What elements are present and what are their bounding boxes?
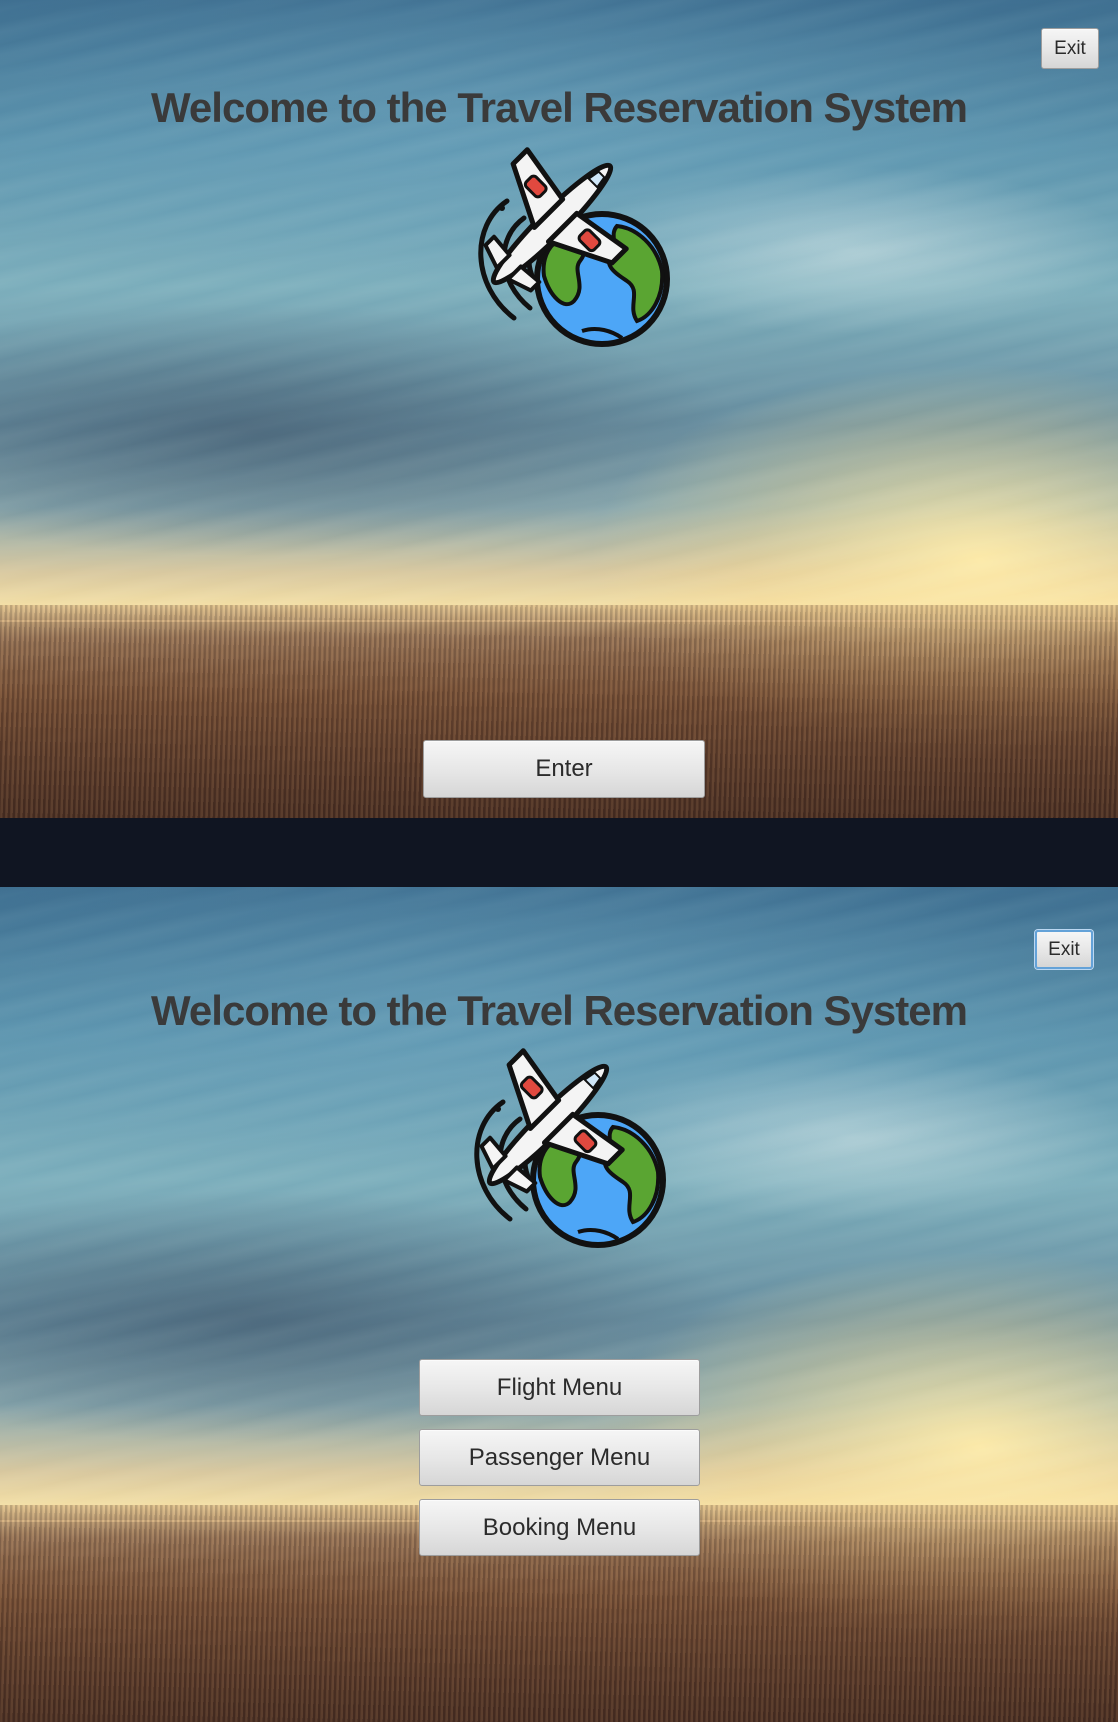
enter-button[interactable]: Enter <box>423 740 705 798</box>
main-menu-screen: Exit Welcome to the Travel Reservation S… <box>0 887 1118 1722</box>
booking-menu-button[interactable]: Booking Menu <box>419 1499 700 1556</box>
page-title: Welcome to the Travel Reservation System <box>151 84 968 131</box>
airplane-globe-icon <box>448 1047 668 1267</box>
passenger-menu-button[interactable]: Passenger Menu <box>419 1429 700 1486</box>
exit-button[interactable]: Exit <box>1035 930 1093 969</box>
airplane-globe-icon <box>452 146 672 366</box>
page-title: Welcome to the Travel Reservation System <box>151 987 968 1034</box>
flight-menu-button[interactable]: Flight Menu <box>419 1359 700 1416</box>
welcome-screen: Exit Welcome to the Travel Reservation S… <box>0 0 1118 818</box>
screen-divider <box>0 818 1118 887</box>
exit-button[interactable]: Exit <box>1041 28 1099 69</box>
